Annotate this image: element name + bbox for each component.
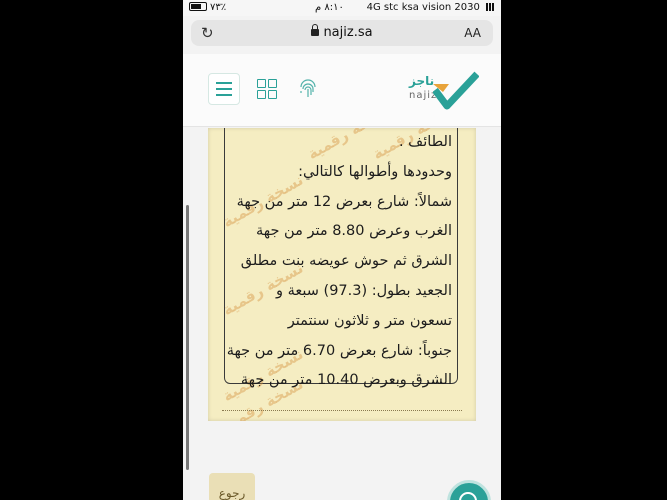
- logo-arabic: ناجز: [409, 74, 435, 88]
- document-line: الغرب وعرض 8.80 متر من جهة: [256, 223, 452, 240]
- phone-screen: 4G stc ksa vision 2030 ٨:١٠ م ٧٣٪ ↻ naji…: [183, 0, 501, 500]
- document-line: تسعون متر و ثلاثون سنتمتر: [287, 312, 452, 329]
- document-line: الجعيد بطول: (97.3) سبعة و: [276, 282, 452, 299]
- document-line: الشرق ثم حوش عويضه بنت مطلق: [240, 253, 452, 270]
- document-line: جنوباً: شارع بعرض 6.70 متر من جهة: [226, 342, 452, 359]
- document-text: الطائف . وحدودها وأطوالها كالتالي: شمالا…: [222, 128, 452, 396]
- fingerprint-icon[interactable]: [297, 78, 319, 100]
- battery-level: ٧٣٪: [210, 2, 227, 13]
- menu-icon-bar: [216, 88, 232, 90]
- document-line: الشرق وبعرض 10.40 متر من جهة: [240, 372, 452, 389]
- menu-icon-bar: [216, 82, 232, 84]
- document-image: نسخة رقمية نسخة رقمية نسخة رقمية نسخة رق…: [208, 128, 476, 421]
- document-line: الطائف .: [398, 134, 452, 150]
- najiz-logo[interactable]: ناجز najiz: [407, 68, 479, 112]
- signal-icon: [486, 3, 495, 11]
- menu-icon-bar: [216, 94, 232, 96]
- carrier-name: stc ksa vision 2030: [383, 2, 480, 13]
- logo-check-icon: [433, 71, 479, 110]
- scrollbar[interactable]: [186, 205, 189, 470]
- document-footer-line: [222, 410, 462, 415]
- network-type: 4G: [366, 2, 381, 13]
- url-text: najiz.sa: [323, 25, 373, 40]
- back-button[interactable]: رجوع: [209, 473, 255, 500]
- document-line: شمالاً: شارع بعرض 12 متر من جهة: [236, 193, 452, 210]
- battery-icon: [189, 2, 207, 11]
- clock: ٨:١٠ م: [315, 2, 344, 13]
- text-size-button[interactable]: AA: [464, 26, 481, 40]
- url-display[interactable]: najiz.sa: [191, 24, 493, 40]
- address-bar[interactable]: ↻ najiz.sa AA: [191, 20, 493, 46]
- status-bar: 4G stc ksa vision 2030 ٨:١٠ م ٧٣٪: [183, 0, 501, 16]
- document-line: وحدودها وأطوالها كالتالي:: [298, 163, 452, 180]
- site-header: ناجز najiz: [183, 54, 501, 127]
- apps-grid-icon[interactable]: [257, 79, 277, 99]
- battery-area: ٧٣٪: [189, 2, 226, 13]
- menu-button[interactable]: [208, 73, 240, 105]
- carrier-area: 4G stc ksa vision 2030: [367, 2, 495, 13]
- support-chat-button[interactable]: [447, 480, 491, 500]
- lock-icon: [311, 24, 320, 36]
